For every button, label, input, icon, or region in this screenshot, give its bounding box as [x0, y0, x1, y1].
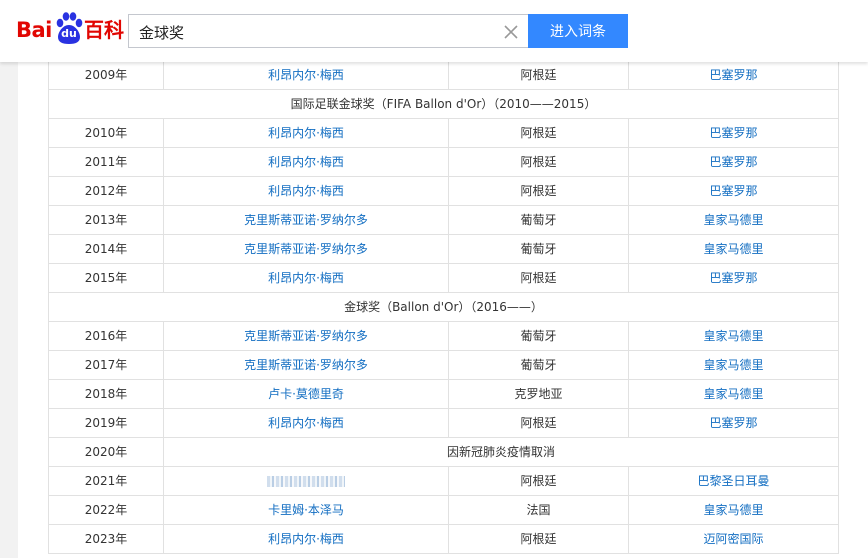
player-link[interactable]: 利昂内尔·梅西	[163, 60, 449, 90]
club-link[interactable]: 皇家马德里	[628, 321, 839, 351]
country-cell: 阿根廷	[448, 408, 629, 438]
club-link[interactable]: 巴塞罗那	[628, 263, 839, 293]
year-cell: 2012年	[48, 176, 164, 206]
country-cell: 阿根廷	[448, 118, 629, 148]
club-link[interactable]: 巴塞罗那	[628, 147, 839, 177]
table-row: 2019年 利昂内尔·梅西 阿根廷 巴塞罗那	[48, 408, 839, 438]
club-link[interactable]: 巴塞罗那	[628, 176, 839, 206]
club-link[interactable]: 巴黎圣日耳曼	[628, 466, 839, 496]
table-row: 2013年 克里斯蒂亚诺·罗纳尔多 葡萄牙 皇家马德里	[48, 205, 839, 235]
year-cell: 2018年	[48, 379, 164, 409]
player-link[interactable]: 利昂内尔·梅西	[163, 408, 449, 438]
club-link[interactable]: 巴塞罗那	[628, 408, 839, 438]
cancelled-note: 因新冠肺炎疫情取消	[163, 437, 839, 467]
table-row: 2015年 利昂内尔·梅西 阿根廷 巴塞罗那	[48, 263, 839, 293]
section-title: 金球奖（Ballon d'Or）（2016——）	[48, 292, 839, 322]
close-icon[interactable]	[504, 24, 518, 39]
year-cell: 2022年	[48, 495, 164, 525]
country-cell: 阿根廷	[448, 263, 629, 293]
ballon-dor-winners-table: 2009年 利昂内尔·梅西 阿根廷 巴塞罗那 国际足联金球奖（FIFA Ballon d…	[48, 60, 839, 554]
club-link[interactable]: 迈阿密国际	[628, 524, 839, 554]
enter-entry-button[interactable]: 进入词条	[528, 14, 628, 48]
player-link[interactable]: 利昂内尔·梅西	[163, 263, 449, 293]
country-cell: 葡萄牙	[448, 321, 629, 351]
table-row: 2017年 克里斯蒂亚诺·罗纳尔多 葡萄牙 皇家马德里	[48, 350, 839, 380]
year-cell: 2015年	[48, 263, 164, 293]
country-cell: 葡萄牙	[448, 350, 629, 380]
section-header-row: 金球奖（Ballon d'Or）（2016——）	[48, 292, 839, 322]
table-body: 2009年 利昂内尔·梅西 阿根廷 巴塞罗那 国际足联金球奖（FIFA Ballon d…	[48, 60, 839, 554]
player-link[interactable]: 卢卡·莫德里奇	[163, 379, 449, 409]
player-link[interactable]: 卡里姆·本泽马	[163, 495, 449, 525]
club-link[interactable]: 皇家马德里	[628, 495, 839, 525]
logo-bai-text: Bai	[16, 18, 52, 42]
year-cell: 2023年	[48, 524, 164, 554]
year-cell: 2011年	[48, 147, 164, 177]
table-row: 2009年 利昂内尔·梅西 阿根廷 巴塞罗那	[48, 60, 839, 90]
table-row: 2020年 因新冠肺炎疫情取消	[48, 437, 839, 467]
year-cell: 2019年	[48, 408, 164, 438]
country-cell: 葡萄牙	[448, 234, 629, 264]
blurred-player-name[interactable]	[267, 476, 345, 487]
country-cell: 阿根廷	[448, 466, 629, 496]
year-cell: 2014年	[48, 234, 164, 264]
player-link[interactable]: 利昂内尔·梅西	[163, 524, 449, 554]
search-input[interactable]	[137, 15, 496, 49]
year-cell: 2016年	[48, 321, 164, 351]
country-cell: 阿根廷	[448, 524, 629, 554]
player-cell[interactable]	[163, 466, 449, 496]
table-row: 2016年 克里斯蒂亚诺·罗纳尔多 葡萄牙 皇家马德里	[48, 321, 839, 351]
section-title: 国际足联金球奖（FIFA Ballon d'Or）（2010——2015）	[48, 89, 839, 119]
table-row: 2018年 卢卡·莫德里奇 克罗地亚 皇家马德里	[48, 379, 839, 409]
player-link[interactable]: 克里斯蒂亚诺·罗纳尔多	[163, 205, 449, 235]
logo-du-text: du	[61, 27, 77, 40]
paw-icon: du	[54, 12, 84, 46]
player-link[interactable]: 利昂内尔·梅西	[163, 118, 449, 148]
table-row: 2011年 利昂内尔·梅西 阿根廷 巴塞罗那	[48, 147, 839, 177]
top-search-bar: Bai du 百科 进入词条	[0, 0, 868, 62]
table-row: 2022年 卡里姆·本泽马 法国 皇家马德里	[48, 495, 839, 525]
year-cell: 2021年	[48, 466, 164, 496]
country-cell: 阿根廷	[448, 176, 629, 206]
country-cell: 阿根廷	[448, 60, 629, 90]
table-row: 2023年 利昂内尔·梅西 阿根廷 迈阿密国际	[48, 524, 839, 554]
year-cell: 2010年	[48, 118, 164, 148]
club-link[interactable]: 皇家马德里	[628, 350, 839, 380]
year-cell: 2020年	[48, 437, 164, 467]
club-link[interactable]: 皇家马德里	[628, 205, 839, 235]
table-row: 2010年 利昂内尔·梅西 阿根廷 巴塞罗那	[48, 118, 839, 148]
search-box	[128, 14, 528, 49]
country-cell: 阿根廷	[448, 147, 629, 177]
club-link[interactable]: 皇家马德里	[628, 379, 839, 409]
club-link[interactable]: 皇家马德里	[628, 234, 839, 264]
table-row: 2021年 阿根廷 巴黎圣日耳曼	[48, 466, 839, 496]
logo-baike-text: 百科	[84, 18, 124, 42]
club-link[interactable]: 巴塞罗那	[628, 118, 839, 148]
player-link[interactable]: 利昂内尔·梅西	[163, 176, 449, 206]
section-header-row: 国际足联金球奖（FIFA Ballon d'Or）（2010——2015）	[48, 89, 839, 119]
table-row: 2012年 利昂内尔·梅西 阿根廷 巴塞罗那	[48, 176, 839, 206]
player-link[interactable]: 利昂内尔·梅西	[163, 147, 449, 177]
country-cell: 法国	[448, 495, 629, 525]
year-cell: 2013年	[48, 205, 164, 235]
table-row: 2014年 克里斯蒂亚诺·罗纳尔多 葡萄牙 皇家马德里	[48, 234, 839, 264]
player-link[interactable]: 克里斯蒂亚诺·罗纳尔多	[163, 234, 449, 264]
year-cell: 2009年	[48, 60, 164, 90]
player-link[interactable]: 克里斯蒂亚诺·罗纳尔多	[163, 350, 449, 380]
player-link[interactable]: 克里斯蒂亚诺·罗纳尔多	[163, 321, 449, 351]
country-cell: 克罗地亚	[448, 379, 629, 409]
year-cell: 2017年	[48, 350, 164, 380]
club-link[interactable]: 巴塞罗那	[628, 60, 839, 90]
country-cell: 葡萄牙	[448, 205, 629, 235]
